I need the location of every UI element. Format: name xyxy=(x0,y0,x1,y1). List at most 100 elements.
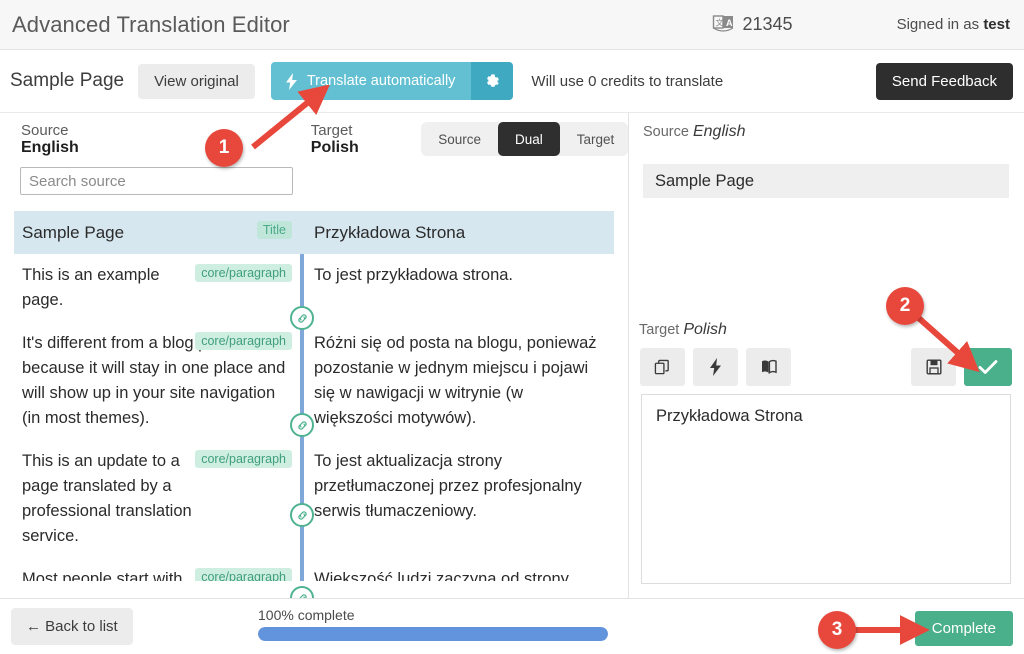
translate-settings-button[interactable] xyxy=(471,62,513,100)
view-mode-source[interactable]: Source xyxy=(421,122,498,156)
editor-target-prefix: Target xyxy=(639,322,679,338)
gear-icon xyxy=(485,74,500,89)
editor-target-lang: Polish xyxy=(683,321,727,338)
view-mode-target[interactable]: Target xyxy=(560,122,628,156)
editor-source-prefix: Source xyxy=(643,124,689,140)
editor-source-text: Sample Page xyxy=(643,164,1009,198)
chain-link-icon xyxy=(296,312,309,325)
segment-link-node[interactable] xyxy=(290,306,314,330)
app-title: Advanced Translation Editor xyxy=(12,12,290,38)
translate-automatically-label: Translate automatically xyxy=(307,73,456,89)
glossary-button[interactable] xyxy=(746,348,791,386)
translate-automatically-button[interactable]: Translate automatically xyxy=(271,62,472,100)
target-language-value: Polish xyxy=(311,139,359,156)
check-icon xyxy=(978,359,998,375)
editor-source-lang: English xyxy=(693,123,745,140)
search-source-wrapper xyxy=(20,167,293,195)
segment-source-cell[interactable]: This is an example page. core/paragraph xyxy=(14,254,300,322)
segment-source-cell[interactable]: Most people start with an About page tha… xyxy=(14,558,300,581)
target-language-prefix: Target xyxy=(311,122,353,139)
segment-target-cell[interactable]: To jest przykładowa strona. xyxy=(300,254,614,322)
footer-bar: ← Back to list 100% complete Complete xyxy=(0,598,1024,654)
top-bar: Advanced Translation Editor A 文 21345 Si… xyxy=(0,0,1024,50)
view-mode-dual[interactable]: Dual xyxy=(498,122,560,156)
segment-type-badge: core/paragraph xyxy=(195,450,292,468)
translate-button-group: Translate automatically xyxy=(271,62,514,100)
segment-source-cell[interactable]: This is an update to a page translated b… xyxy=(14,440,300,558)
segment-source-text: This is an update to a page translated b… xyxy=(22,449,197,549)
source-language-value: English xyxy=(21,139,79,156)
segment-source-cell[interactable]: It's different from a blog post because … xyxy=(14,322,300,440)
editor-source-label: Source English xyxy=(643,123,745,141)
signed-in-prefix: Signed in as xyxy=(897,16,984,33)
save-draft-button[interactable] xyxy=(911,348,956,386)
current-page-name: Sample Page xyxy=(10,70,124,92)
table-row[interactable]: Sample Page Title Przykładowa Strona xyxy=(14,211,614,254)
segment-type-badge: core/paragraph xyxy=(195,264,292,282)
confirm-translation-button[interactable] xyxy=(964,348,1012,386)
action-bar: Sample Page View original Translate auto… xyxy=(0,50,1024,113)
svg-text:文: 文 xyxy=(715,17,723,27)
chain-link-icon xyxy=(296,419,309,432)
segment-link-node[interactable] xyxy=(290,413,314,437)
segment-target-cell[interactable]: Większość ludzi zaczyna od strony Inform… xyxy=(300,558,614,581)
translation-editor-window: Advanced Translation Editor A 文 21345 Si… xyxy=(0,0,1024,654)
table-row[interactable]: This is an example page. core/paragraph … xyxy=(14,254,614,322)
table-row[interactable]: It's different from a blog post because … xyxy=(14,322,614,440)
credits-usage-note: Will use 0 credits to translate xyxy=(531,73,723,90)
progress-bar-fill xyxy=(258,627,608,641)
source-language-indicator: Source English xyxy=(21,122,129,157)
back-to-list-button[interactable]: ← Back to list xyxy=(11,608,133,645)
segment-source-text: Most people start with an About page tha… xyxy=(22,567,200,581)
editor-toolbar xyxy=(640,348,1012,386)
view-mode-switcher: Source Dual Target xyxy=(421,122,628,156)
progress-section: 100% complete xyxy=(258,607,608,641)
table-row[interactable]: This is an update to a page translated b… xyxy=(14,440,614,558)
copy-source-button[interactable] xyxy=(640,348,685,386)
complete-button[interactable]: Complete xyxy=(915,611,1013,646)
segment-target-text: Przykładowa Strona xyxy=(314,220,604,245)
segment-target-cell[interactable]: To jest aktualizacja strony przetłumaczo… xyxy=(300,440,614,558)
progress-label: 100% complete xyxy=(258,607,608,623)
progress-bar-track xyxy=(258,627,608,641)
segment-target-text: Różni się od posta na blogu, ponieważ po… xyxy=(314,331,604,431)
segment-source-text: This is an example page. xyxy=(22,263,192,313)
callout-marker-2: 2 xyxy=(886,287,924,325)
segment-target-text: To jest aktualizacja strony przetłumaczo… xyxy=(314,449,604,524)
segment-target-cell[interactable]: Różni się od posta na blogu, ponieważ po… xyxy=(300,322,614,440)
segment-source-cell[interactable]: Sample Page Title xyxy=(14,211,300,254)
signed-in-status: Signed in as test xyxy=(897,16,1010,33)
view-original-button[interactable]: View original xyxy=(138,64,255,99)
segment-type-badge: core/paragraph xyxy=(195,332,292,350)
editor-target-label: Target Polish xyxy=(639,321,727,339)
editor-target-textarea[interactable]: Przykładowa Strona xyxy=(641,394,1011,584)
svg-text:A: A xyxy=(726,18,733,28)
segment-target-text: To jest przykładowa strona. xyxy=(314,263,604,288)
signed-in-username: test xyxy=(983,16,1010,33)
translate-book-icon: A 文 xyxy=(712,14,736,36)
segment-list[interactable]: Sample Page Title Przykładowa Strona Thi… xyxy=(14,211,614,581)
segment-source-text: Sample Page xyxy=(22,220,290,245)
book-icon xyxy=(760,359,778,375)
credits-value: 21345 xyxy=(743,14,793,35)
target-language-indicator: Target Polish xyxy=(311,122,403,157)
segment-type-badge: core/paragraph xyxy=(195,568,292,581)
chain-link-icon xyxy=(296,509,309,522)
bolt-icon xyxy=(285,73,298,90)
callout-marker-3: 3 xyxy=(818,611,856,649)
send-feedback-button[interactable]: Send Feedback xyxy=(876,63,1013,100)
language-controls-row: Source English Target Polish Source Dual… xyxy=(0,113,628,165)
credits-indicator[interactable]: A 文 21345 xyxy=(712,14,793,36)
segment-editor-pane: Source English Sample Page Target Polish xyxy=(629,113,1024,598)
table-row[interactable]: Most people start with an About page tha… xyxy=(14,558,614,581)
segment-target-cell[interactable]: Przykładowa Strona xyxy=(300,211,614,254)
top-bar-right: A 文 21345 Signed in as test xyxy=(712,0,1024,49)
segment-type-badge: Title xyxy=(257,221,292,239)
search-source-input[interactable] xyxy=(20,167,293,195)
main-content: Source English Target Polish Source Dual… xyxy=(0,113,1024,598)
segment-list-pane: Source English Target Polish Source Dual… xyxy=(0,113,629,598)
machine-translate-button[interactable] xyxy=(693,348,738,386)
bolt-icon xyxy=(709,358,722,376)
segment-link-node[interactable] xyxy=(290,503,314,527)
copy-icon xyxy=(654,359,671,376)
